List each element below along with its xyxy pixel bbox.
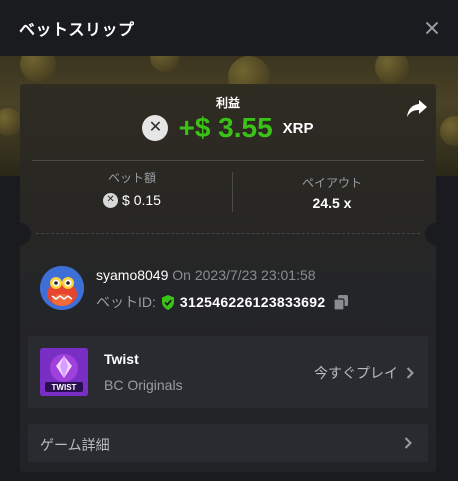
payout-stat: ペイアウト 24.5 x	[232, 174, 432, 211]
chevron-right-icon	[406, 367, 414, 379]
game-thumbnail[interactable]: TWIST	[40, 348, 88, 396]
profit-amount: +$ 3.55	[178, 112, 273, 143]
play-now-label: 今すぐプレイ	[314, 365, 398, 381]
close-icon[interactable]	[423, 19, 441, 37]
page-title: ベットスリップ	[19, 22, 135, 39]
play-now-button[interactable]: 今すぐプレイ	[314, 363, 414, 383]
bet-id-label: ベットID:	[96, 294, 156, 310]
game-provider: BC Originals	[104, 377, 183, 393]
profit-row: ✕ +$ 3.55 XRP	[20, 112, 436, 144]
dashed-separator	[36, 233, 420, 234]
xrp-coin-icon: ✕	[142, 115, 169, 141]
avatar[interactable]	[40, 266, 84, 310]
copy-icon[interactable]	[334, 294, 349, 310]
username[interactable]: syamo8049	[96, 267, 168, 283]
payout-label: ペイアウト	[301, 176, 362, 190]
bet-user-info: syamo8049 On 2023/7/23 23:01:58 ベットID: 3…	[40, 264, 420, 314]
profit-currency: XRP	[282, 119, 314, 137]
twist-game-image: TWIST	[40, 348, 88, 396]
bet-slip-header: ベットスリップ	[0, 0, 458, 56]
bet-amount-label: ベット額	[107, 171, 156, 185]
share-icon[interactable]	[406, 98, 428, 118]
verified-shield-icon	[161, 294, 174, 310]
game-thumb-text: TWIST	[52, 383, 77, 392]
ticket-notch	[9, 223, 31, 245]
bet-amount-value: $ 0.15	[122, 192, 161, 208]
on-label: On	[172, 267, 191, 283]
bet-amount-value-row: ✕ $ 0.15	[32, 192, 232, 208]
xrp-coin-icon: ✕	[103, 192, 119, 208]
payout-value: 24.5 x	[312, 195, 352, 211]
avatar-image	[40, 266, 84, 310]
game-name[interactable]: Twist	[104, 351, 139, 367]
bet-id-value: 312546226123833692	[179, 294, 326, 310]
game-details-label: ゲーム詳細	[40, 437, 110, 453]
game-row[interactable]: TWIST Twist BC Originals 今すぐプレイ	[28, 336, 428, 408]
chevron-right-icon	[404, 437, 412, 449]
bet-timestamp: 2023/7/23 23:01:58	[194, 267, 316, 283]
ticket-notch	[425, 223, 447, 245]
divider	[32, 160, 424, 161]
profit-label: 利益	[215, 96, 240, 110]
bet-amount-stat: ベット額 ✕ $ 0.15	[32, 169, 232, 208]
profit-section: 利益 ✕ +$ 3.55 XRP ベット額 ✕ $ 0.15 ペイアウト 24.…	[20, 84, 436, 234]
bet-slip-card: 利益 ✕ +$ 3.55 XRP ベット額 ✕ $ 0.15 ペイアウト 24.…	[9, 84, 447, 472]
game-details-row[interactable]: ゲーム詳細	[28, 424, 428, 462]
username-line: syamo8049 On 2023/7/23 23:01:58	[96, 267, 316, 283]
bet-id-line: ベットID: 312546226123833692	[96, 292, 349, 312]
